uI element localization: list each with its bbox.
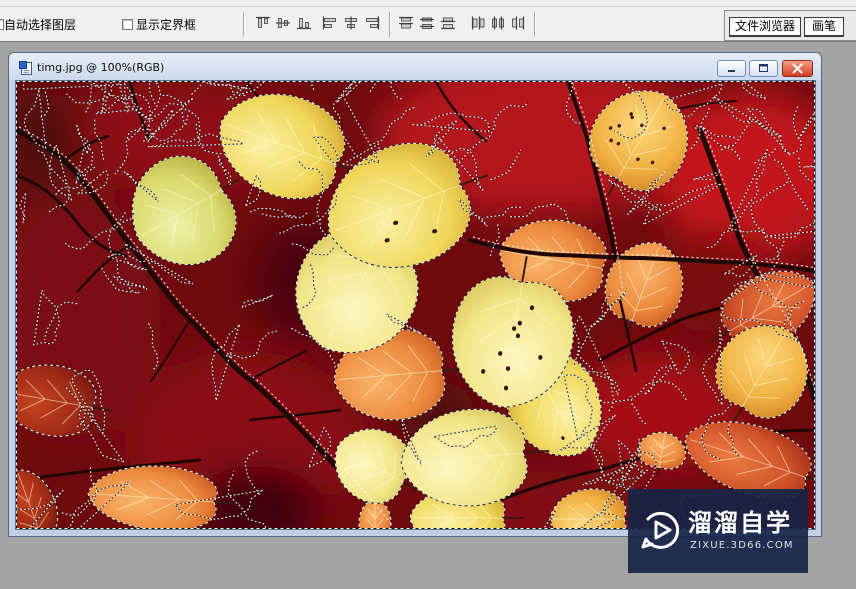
- document-icon: [19, 61, 32, 75]
- distribute-bottom-edges-icon: [441, 17, 455, 30]
- align-right-edges-button[interactable]: [364, 16, 380, 30]
- distribute-left-edges-button[interactable]: [470, 16, 486, 30]
- toolbar-separator: [243, 12, 245, 37]
- distribute-top-edges-button[interactable]: [398, 16, 414, 30]
- align-bottom-edges-button[interactable]: [296, 16, 312, 30]
- distribute-vertical-centers-button[interactable]: [419, 16, 435, 30]
- maximize-icon: [759, 64, 768, 72]
- align-horizontal-centers-icon: [345, 16, 357, 30]
- tab-brushes[interactable]: 画笔: [804, 17, 844, 37]
- show-bounding-box-label[interactable]: 显示定界框: [136, 18, 196, 32]
- auto-select-layer-label[interactable]: 自动选择图层: [4, 18, 76, 32]
- close-button[interactable]: [782, 60, 813, 77]
- align-vertical-centers-icon: [276, 18, 290, 28]
- minimize-icon: [728, 70, 735, 72]
- close-icon: [792, 63, 803, 74]
- document-title: timg.jpg @ 100%(RGB): [37, 61, 165, 74]
- watermark-brand: 溜溜自学: [688, 509, 792, 537]
- align-top-edges-button[interactable]: [255, 16, 271, 30]
- align-bottom-edges-icon: [297, 18, 311, 30]
- align-horizontal-centers-button[interactable]: [343, 16, 359, 30]
- align-left-edges-button[interactable]: [322, 16, 338, 30]
- distribute-bottom-edges-button[interactable]: [440, 16, 456, 30]
- leaf-stem: [658, 467, 659, 474]
- align-top-edges-icon: [256, 16, 270, 28]
- align-vertical-centers-button[interactable]: [275, 16, 291, 30]
- distribute-right-edges-icon: [512, 16, 525, 30]
- distribute-left-edges-icon: [471, 16, 485, 30]
- distribute-right-edges-button[interactable]: [510, 16, 526, 30]
- distribute-top-edges-icon: [399, 16, 413, 29]
- maximize-button[interactable]: [749, 60, 778, 77]
- minimize-button[interactable]: [717, 60, 746, 77]
- toolbar-separator: [534, 12, 536, 37]
- distribute-vertical-centers-icon: [420, 17, 434, 29]
- show-bounding-box-checkbox[interactable]: [122, 19, 133, 30]
- document-canvas[interactable]: [16, 81, 815, 529]
- align-right-edges-icon: [366, 16, 380, 30]
- toolbar-separator: [389, 12, 391, 37]
- menu-bar[interactable]: [0, 0, 856, 7]
- distribute-horizontal-centers-button[interactable]: [490, 16, 506, 30]
- play-logo-icon: [641, 511, 680, 549]
- tab-file-browser[interactable]: 文件浏览器: [729, 17, 801, 37]
- watermark-site: ZIXUE.3D66.COM: [690, 540, 794, 551]
- align-left-edges-icon: [322, 16, 336, 30]
- distribute-horizontal-centers-icon: [492, 16, 504, 30]
